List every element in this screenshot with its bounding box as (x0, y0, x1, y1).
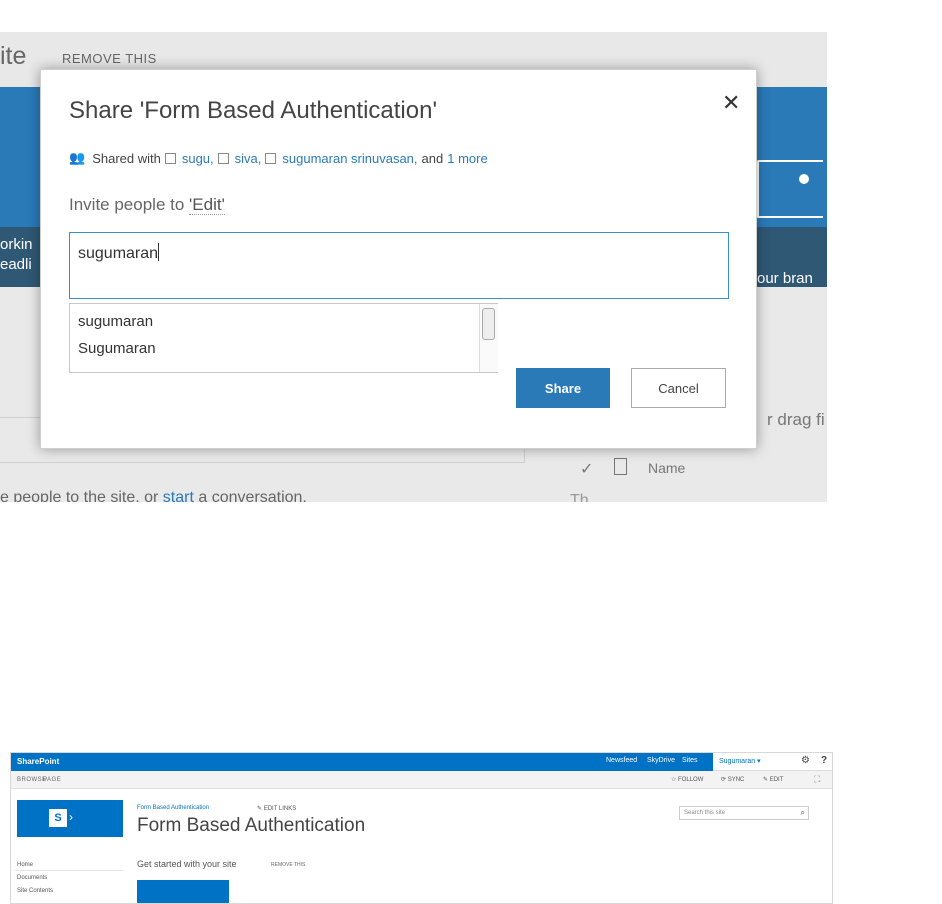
suite-bar: SharePoint Newsfeed SkyDrive Sites Sugum… (11, 753, 832, 771)
search-icon[interactable]: ⌕ (801, 808, 805, 818)
people-suggestion-list: sugumaran Sugumaran (69, 303, 498, 373)
background-invite-hint: e people to the site, or start a convers… (0, 489, 307, 502)
background-invite-hint-end: a conversation. (193, 489, 307, 502)
edit-button[interactable]: ✎ EDIT (763, 776, 783, 783)
document-icon (614, 458, 627, 475)
background-remove-this-link: REMOVE THIS (62, 51, 157, 66)
invite-people-input[interactable]: sugumaran (69, 232, 729, 299)
image-icon (757, 160, 823, 218)
shared-with-row: 👥 Shared with sugu, siva, sugumaran srin… (69, 150, 488, 166)
invite-input-value: sugumaran (78, 245, 159, 262)
share-dialog-screenshot: ite REMOVE THIS orkin eadli our bran r d… (0, 32, 827, 502)
background-start-conversation-link: start (162, 489, 194, 502)
and-label: and (421, 150, 444, 166)
user-menu-area: Sugumaran ▾ ⚙ ? (713, 753, 832, 771)
sharepoint-logo-icon: S (49, 809, 67, 827)
shared-with-label: Shared with (92, 150, 161, 166)
background-drag-files-text: r drag fi (767, 410, 825, 429)
tab-page[interactable]: PAGE (43, 777, 61, 783)
help-icon[interactable]: ? (821, 755, 827, 766)
person-checkbox-sugu[interactable] (164, 152, 176, 164)
sharepoint-page-screenshot: SharePoint Newsfeed SkyDrive Sites Sugum… (10, 752, 833, 904)
background-tile-caption-left: orkin eadli (0, 235, 33, 275)
background-name-column-header: Name (648, 460, 686, 476)
invite-prefix: Invite people to (69, 195, 190, 214)
search-input[interactable]: Search this site ⌕ (679, 806, 809, 820)
search-placeholder: Search this site (684, 810, 726, 816)
breadcrumb[interactable]: Form Based Authentication (137, 805, 209, 811)
checkmark-icon: ✓ (580, 461, 594, 478)
chevron-right-icon: › (69, 810, 73, 824)
edit-links-button[interactable]: ✎ EDIT LINKS (257, 805, 296, 812)
background-tile-caption-right: our bran (757, 270, 813, 287)
site-logo[interactable]: S › (17, 800, 123, 837)
dialog-title: Share 'Form Based Authentication' (69, 97, 438, 124)
gear-icon[interactable]: ⚙ (801, 755, 810, 766)
sidebar-item-site-contents[interactable]: Site Contents (17, 888, 53, 894)
close-icon[interactable]: ✕ (722, 90, 740, 116)
focus-icon[interactable]: ⛶ (814, 774, 820, 785)
suite-nav-sites[interactable]: Sites (682, 757, 698, 764)
background-invite-hint-start: e people to the site, or (0, 489, 163, 502)
get-started-heading: Get started with your site (137, 859, 237, 869)
person-checkbox-sugumaran-srinuvasan[interactable] (265, 152, 277, 164)
invite-label: Invite people to 'Edit' (69, 195, 225, 215)
more-people-link[interactable]: 1 more (447, 151, 487, 166)
permission-level-link[interactable]: 'Edit' (189, 195, 225, 215)
background-empty-library-text: Th (570, 492, 589, 502)
sidebar-divider (15, 870, 123, 871)
person-checkbox-siva[interactable] (217, 152, 229, 164)
suite-nav-skydrive[interactable]: SkyDrive (647, 757, 675, 764)
suite-nav-newsfeed[interactable]: Newsfeed (606, 757, 637, 764)
person-link-siva[interactable]: siva, (235, 151, 262, 166)
background-site-title-fragment: ite (0, 42, 27, 70)
sidebar-item-documents[interactable]: Documents (17, 875, 47, 881)
background-tile-caption-left-line2: eadli (0, 256, 32, 273)
page-title: Form Based Authentication (137, 815, 366, 836)
people-icon: 👥 (69, 150, 85, 165)
text-caret (158, 243, 160, 261)
remove-this-link[interactable]: REMOVE THIS (271, 862, 305, 868)
suggestion-item[interactable]: sugumaran (78, 313, 153, 330)
sync-button[interactable]: ⟳ SYNC (721, 776, 744, 783)
follow-button[interactable]: ☆ FOLLOW (671, 776, 703, 783)
background-tile-caption-left-line1: orkin (0, 236, 33, 253)
scrollbar-thumb[interactable] (482, 308, 495, 340)
share-dialog: Share 'Form Based Authentication' ✕ 👥 Sh… (40, 69, 757, 449)
cancel-button[interactable]: Cancel (631, 368, 726, 408)
sharepoint-brand[interactable]: SharePoint (17, 757, 59, 766)
suggestion-scrollbar[interactable] (479, 304, 498, 372)
suggestion-item[interactable]: Sugumaran (78, 340, 156, 357)
sidebar-item-home[interactable]: Home (17, 862, 33, 868)
share-button[interactable]: Share (516, 368, 610, 408)
person-link-sugumaran-srinuvasan[interactable]: sugumaran srinuvasan, (282, 151, 417, 166)
person-link-sugu[interactable]: sugu, (182, 151, 214, 166)
get-started-tile[interactable] (137, 880, 229, 903)
ribbon: BROWSE PAGE ☆ FOLLOW ⟳ SYNC ✎ EDIT ⛶ (11, 771, 832, 789)
user-menu[interactable]: Sugumaran ▾ (719, 757, 761, 765)
